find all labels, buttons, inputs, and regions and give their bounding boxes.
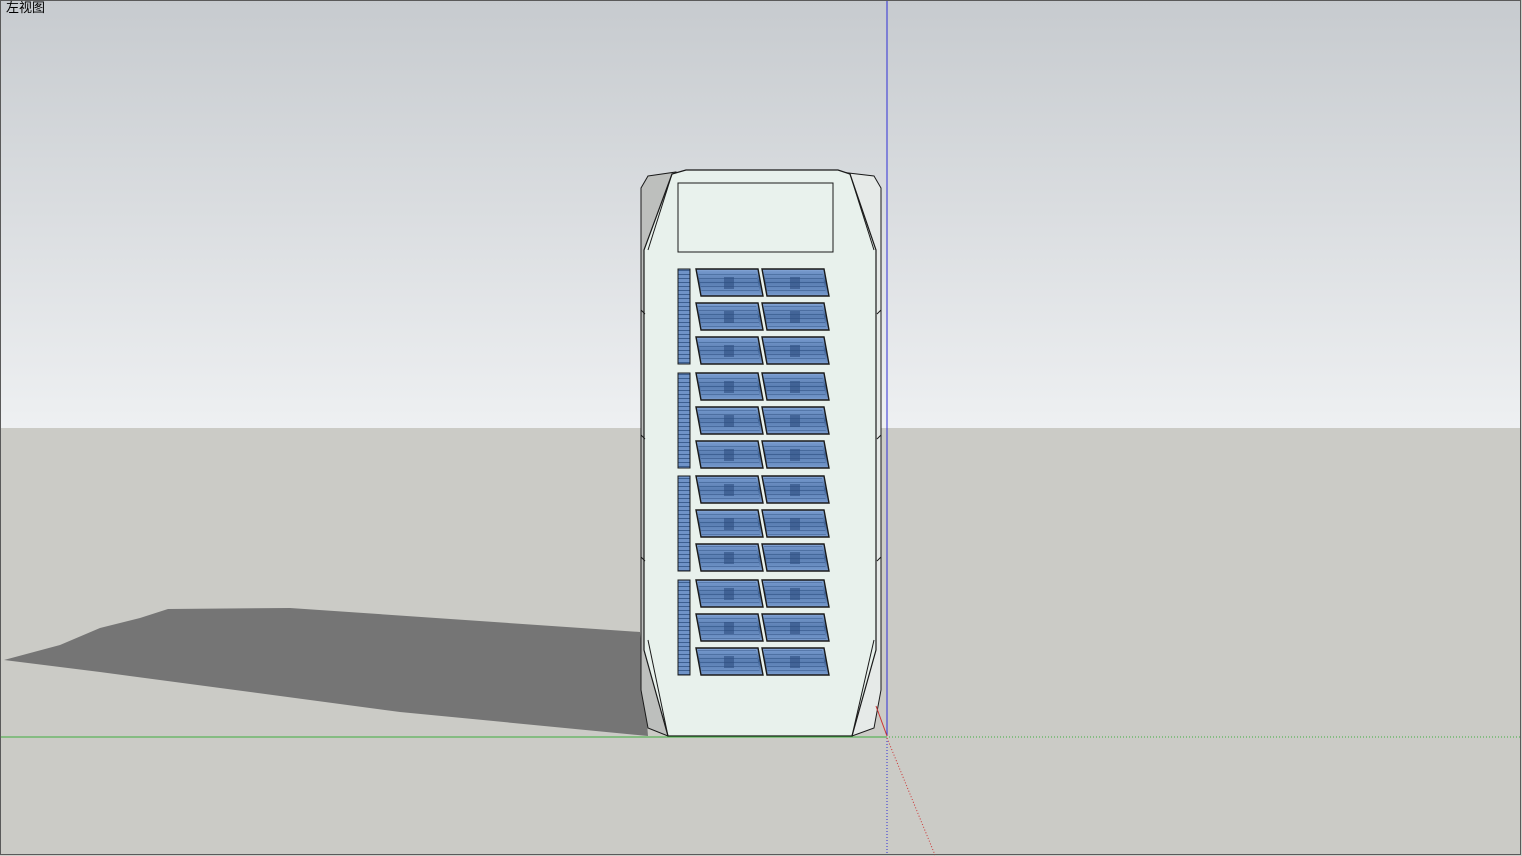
modeling-viewport[interactable]: 左视图 — [0, 0, 1522, 856]
building-model[interactable] — [640, 169, 882, 737]
solar-panel-shade — [724, 518, 734, 530]
solar-panel-shade — [790, 415, 800, 427]
solar-panel-shade — [790, 381, 800, 393]
solar-panel-shade — [790, 656, 800, 668]
view-name-label: 左视图 — [6, 1, 46, 16]
solar-panel-shade — [790, 345, 800, 357]
solar-panel-shade — [724, 622, 734, 634]
solar-panel-shade — [724, 277, 734, 289]
solar-panel-shade — [790, 484, 800, 496]
solar-panel-shade — [724, 415, 734, 427]
solar-panel-shade — [724, 552, 734, 564]
scene-canvas[interactable] — [0, 0, 1522, 856]
solar-panel-shade — [724, 311, 734, 323]
solar-panel-shade — [790, 449, 800, 461]
vertical-window-strip — [677, 372, 691, 469]
solar-panel-shade — [724, 588, 734, 600]
solar-panel-shade — [724, 381, 734, 393]
solar-panel-shade — [790, 622, 800, 634]
solar-panel-shade — [724, 345, 734, 357]
solar-panel-shade — [790, 552, 800, 564]
vertical-window-strip — [677, 579, 691, 676]
solar-panel-shade — [724, 449, 734, 461]
solar-panel-shade — [724, 484, 734, 496]
solar-panel-shade — [790, 277, 800, 289]
vertical-window-strip — [677, 268, 691, 365]
solar-panel-shade — [790, 311, 800, 323]
facade-sign-panel — [677, 182, 834, 253]
solar-panel-shade — [790, 518, 800, 530]
vertical-window-strip — [677, 475, 691, 572]
solar-panel-shade — [790, 588, 800, 600]
solar-panel-shade — [724, 656, 734, 668]
